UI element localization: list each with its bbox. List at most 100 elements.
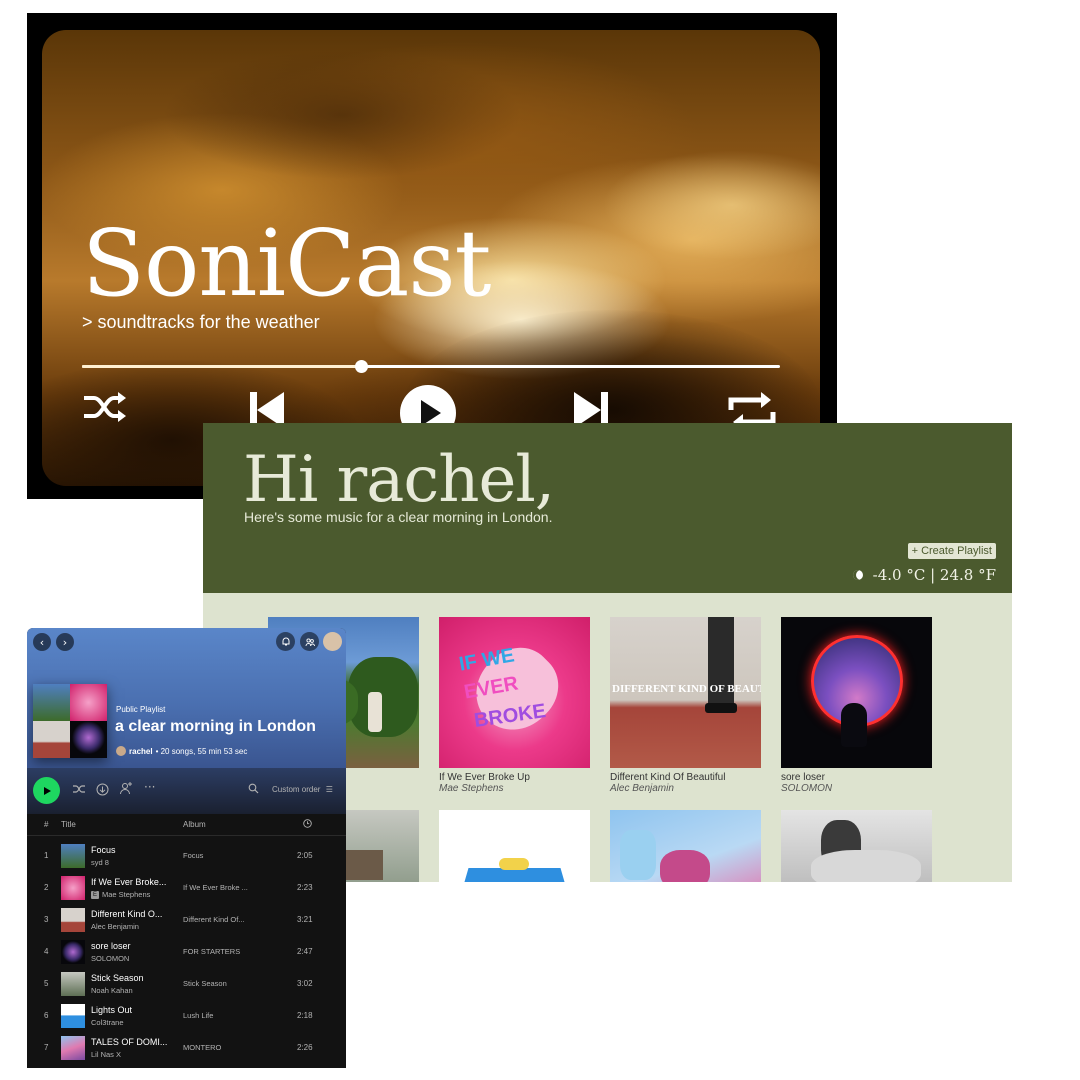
album-title: Different Kind Of Beautiful: [610, 772, 726, 783]
album-cover: [781, 617, 932, 768]
app-title: SoniCast: [82, 210, 492, 317]
album-card[interactable]: sore loser SOLOMON: [781, 617, 932, 794]
album-cover: [439, 810, 590, 882]
cloud-shadow: [162, 50, 522, 180]
track-number: 3: [44, 915, 49, 924]
track-album[interactable]: MONTERO: [183, 1043, 255, 1052]
column-title[interactable]: Title: [61, 820, 76, 829]
list-icon: ☰: [325, 785, 333, 794]
track-album[interactable]: Lush Life: [183, 1011, 255, 1020]
album-card[interactable]: [610, 810, 761, 882]
track-number: 7: [44, 1043, 49, 1052]
create-playlist-button[interactable]: + Create Playlist: [907, 543, 996, 559]
playlist-name: a clear morning in London: [115, 718, 316, 735]
friend-activity-button[interactable]: [300, 632, 319, 651]
track-duration: 2:47: [297, 947, 313, 956]
track-album[interactable]: Focus: [183, 851, 255, 860]
album-title: If We Ever Broke Up: [439, 772, 530, 783]
album-card[interactable]: [439, 810, 590, 882]
track-row[interactable]: 4 sore loser SOLOMON FOR STARTERS 2:47: [27, 936, 346, 968]
progress-fill: [82, 365, 362, 368]
profile-avatar[interactable]: [323, 632, 342, 651]
track-artist[interactable]: Noah Kahan: [91, 986, 133, 995]
greeting-subtitle: Here's some music for a clear morning in…: [244, 509, 553, 525]
track-thumbnail: [61, 940, 85, 964]
track-duration: 2:26: [297, 1043, 313, 1052]
weather-readout: -4.0 °C | 24.8 °F: [852, 566, 996, 584]
track-row[interactable]: 3 Different Kind O... Alec Benjamin Diff…: [27, 904, 346, 936]
track-album[interactable]: FOR STARTERS: [183, 947, 255, 956]
album-card[interactable]: DIFFERENT KIND OF BEAUTIFUL Different Ki…: [610, 617, 761, 794]
track-row[interactable]: 1 Focus syd 8 Focus 2:05: [27, 840, 346, 872]
add-user-icon: [120, 782, 132, 795]
album-artist: Alec Benjamin: [610, 783, 674, 794]
sort-dropdown[interactable]: Custom order ☰: [272, 785, 333, 794]
cloud-glow: [602, 150, 820, 260]
album-card[interactable]: IF WE EVER BROKE If We Ever Broke Up Mae…: [439, 617, 590, 794]
track-artist[interactable]: syd 8: [91, 858, 109, 867]
track-row[interactable]: 2 If We Ever Broke... E Mae Stephens If W…: [27, 872, 346, 904]
playlist-type: Public Playlist: [116, 705, 166, 714]
track-artist[interactable]: Lil Nas X: [91, 1050, 121, 1059]
track-title: Stick Season: [91, 973, 144, 983]
download-button[interactable]: [96, 783, 109, 799]
hero-player-card: SoniCast > soundtracks for the weather: [42, 30, 820, 486]
track-duration: 2:18: [297, 1011, 313, 1020]
track-artist[interactable]: Alec Benjamin: [91, 922, 139, 931]
search-icon: [248, 783, 259, 794]
track-row[interactable]: 6 Lights Out Col3trane Lush Life 2:18: [27, 1000, 346, 1032]
track-artist-wrap: E Mae Stephens: [91, 890, 150, 900]
track-duration: 2:23: [297, 883, 313, 892]
clock-icon[interactable]: [303, 819, 312, 830]
album-card[interactable]: [781, 810, 932, 882]
progress-handle[interactable]: [355, 360, 369, 373]
playlist-meta: rachel • 20 songs, 55 min 53 sec: [116, 746, 247, 756]
track-artist[interactable]: Col3trane: [91, 1018, 124, 1027]
track-number: 5: [44, 979, 49, 988]
add-user-button[interactable]: [119, 781, 133, 798]
bell-icon: [282, 637, 289, 645]
track-row[interactable]: 5 Stick Season Noah Kahan Stick Season 3…: [27, 968, 346, 1000]
notifications-button[interactable]: [276, 632, 295, 651]
track-thumbnail: [61, 908, 85, 932]
track-row[interactable]: 7 TALES OF DOMI... Lil Nas X MONTERO 2:2…: [27, 1032, 346, 1064]
album-artist: Mae Stephens: [439, 783, 504, 794]
track-thumbnail: [61, 1004, 85, 1028]
album-cover: [610, 810, 761, 882]
greeting-header: Hi rachel, Here's some music for a clear…: [203, 423, 1012, 593]
moon-icon: [852, 570, 863, 580]
track-thumbnail: [61, 876, 85, 900]
track-album[interactable]: Different Kind Of...: [183, 915, 255, 924]
track-title: TALES OF DOMI...: [91, 1037, 168, 1047]
track-album[interactable]: If We Ever Broke ...: [183, 883, 255, 892]
play-playlist-button[interactable]: [33, 777, 60, 804]
shuffle-icon: [73, 785, 85, 793]
album-artist: SOLOMON: [781, 783, 833, 794]
track-number: 2: [44, 883, 49, 892]
chevron-left-icon: ‹: [39, 635, 45, 649]
track-number: 6: [44, 1011, 49, 1020]
app-tagline: > soundtracks for the weather: [82, 312, 320, 332]
shuffle-button[interactable]: [82, 390, 128, 424]
track-duration: 3:21: [297, 915, 313, 924]
track-artist[interactable]: SOLOMON: [91, 954, 129, 963]
search-playlist-button[interactable]: [248, 783, 259, 797]
track-artist[interactable]: Mae Stephens: [102, 890, 150, 899]
greeting-title: Hi rachel,: [243, 443, 555, 517]
track-thumbnail: [61, 844, 85, 868]
track-title: If We Ever Broke...: [91, 877, 167, 887]
column-album[interactable]: Album: [183, 820, 206, 829]
back-button[interactable]: ‹: [33, 633, 51, 651]
playlist-owner[interactable]: rachel: [129, 747, 153, 756]
more-options-button[interactable]: ···: [144, 780, 155, 794]
forward-button[interactable]: ›: [56, 633, 74, 651]
track-title: sore loser: [91, 941, 131, 951]
track-title: Different Kind O...: [91, 909, 163, 919]
temperature-text: -4.0 °C | 24.8 °F: [872, 566, 996, 584]
shuffle-toggle[interactable]: [72, 783, 86, 798]
album-title: sore loser: [781, 772, 825, 783]
track-album[interactable]: Stick Season: [183, 979, 255, 988]
track-thumbnail: [61, 1036, 85, 1060]
progress-bar[interactable]: [82, 360, 780, 373]
album-cover: IF WE EVER BROKE: [439, 617, 590, 768]
